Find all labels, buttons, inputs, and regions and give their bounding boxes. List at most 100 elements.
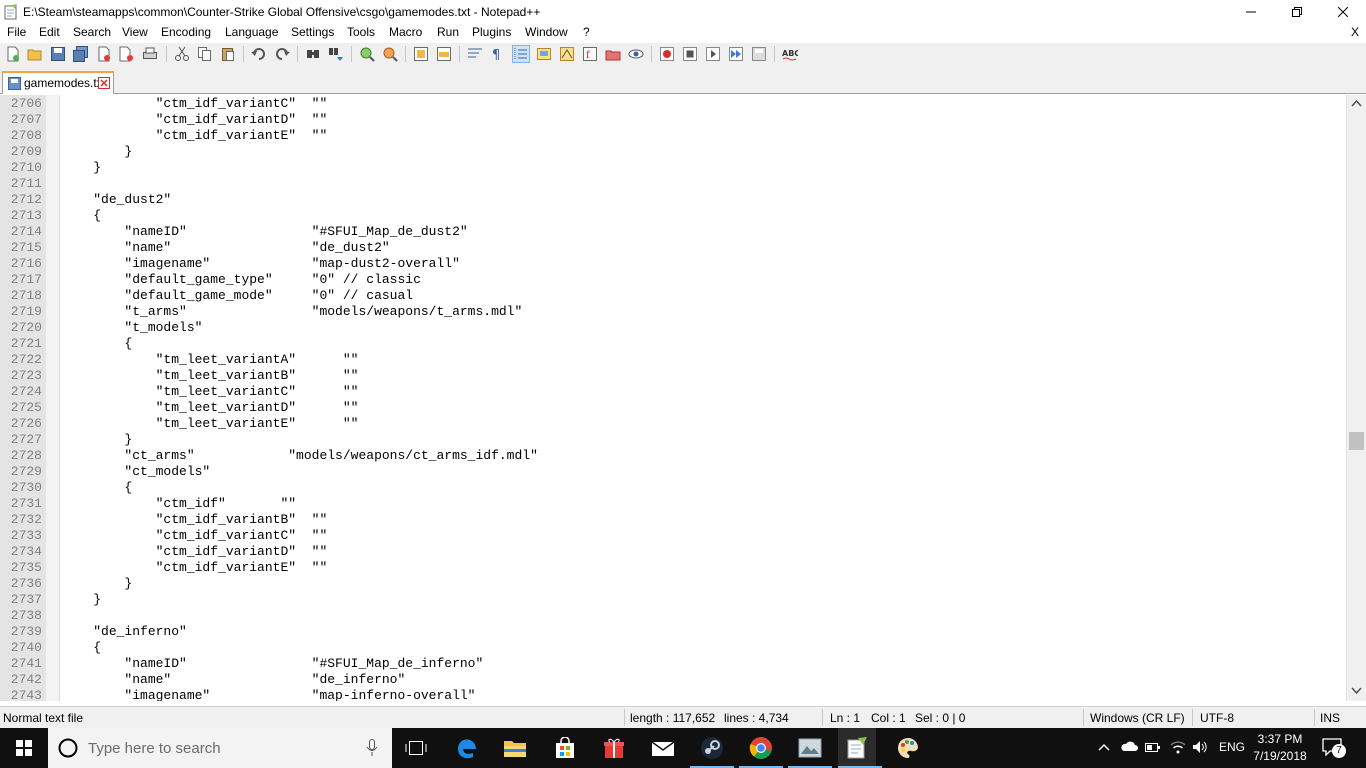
code-line[interactable]: 2710 } bbox=[0, 160, 1346, 176]
menu-file[interactable]: File bbox=[7, 25, 26, 39]
document-map-icon[interactable] bbox=[559, 46, 575, 62]
code-line[interactable]: 2711 bbox=[0, 176, 1346, 192]
code-line[interactable]: 2733 "ctm_idf_variantC" "" bbox=[0, 528, 1346, 544]
menu-view[interactable]: View bbox=[122, 25, 148, 39]
menu-settings[interactable]: Settings bbox=[291, 25, 334, 39]
code-line[interactable]: 2737 } bbox=[0, 592, 1346, 608]
scroll-up-icon[interactable] bbox=[1351, 99, 1362, 107]
status-insert-mode[interactable]: INS bbox=[1320, 711, 1340, 725]
code-line[interactable]: 2716 "imagename" "map-dust2-overall" bbox=[0, 256, 1346, 272]
wifi-icon[interactable] bbox=[1170, 739, 1186, 755]
code-line[interactable]: 2715 "name" "de_dust2" bbox=[0, 240, 1346, 256]
clock-time[interactable]: 3:37 PM bbox=[1252, 732, 1308, 746]
code-line[interactable]: 2740 { bbox=[0, 640, 1346, 656]
code-line[interactable]: 2730 { bbox=[0, 480, 1346, 496]
code-line[interactable]: 2731 "ctm_idf" "" bbox=[0, 496, 1346, 512]
code-line[interactable]: 2708 "ctm_idf_variantE" "" bbox=[0, 128, 1346, 144]
volume-icon[interactable] bbox=[1192, 739, 1208, 755]
sync-horizontal-icon[interactable] bbox=[436, 46, 452, 62]
gift-app-taskbar-button[interactable] bbox=[600, 734, 628, 762]
status-eol[interactable]: Windows (CR LF) bbox=[1090, 711, 1185, 725]
code-line[interactable]: 2739 "de_inferno" bbox=[0, 624, 1346, 640]
code-line[interactable]: 2717 "default_game_type" "0" // classic bbox=[0, 272, 1346, 288]
menu-plugins[interactable]: Plugins bbox=[472, 25, 511, 39]
code-line[interactable]: 2709 } bbox=[0, 144, 1346, 160]
code-line[interactable]: 2714 "nameID" "#SFUI_Map_de_dust2" bbox=[0, 224, 1346, 240]
code-line[interactable]: 2723 "tm_leet_variantB" "" bbox=[0, 368, 1346, 384]
save-all-icon[interactable] bbox=[73, 46, 89, 62]
restore-button[interactable] bbox=[1274, 0, 1320, 24]
input-language[interactable]: ENG bbox=[1219, 740, 1245, 754]
menu-tools[interactable]: Tools bbox=[347, 25, 375, 39]
show-hidden-icons-icon[interactable] bbox=[1098, 742, 1110, 752]
paint-taskbar-button[interactable] bbox=[894, 734, 922, 762]
code-line[interactable]: 2721 { bbox=[0, 336, 1346, 352]
code-line[interactable]: 2735 "ctm_idf_variantE" "" bbox=[0, 560, 1346, 576]
start-button[interactable] bbox=[0, 728, 48, 768]
scroll-down-icon[interactable] bbox=[1351, 687, 1362, 695]
menu-edit[interactable]: Edit bbox=[39, 25, 60, 39]
undo-icon[interactable] bbox=[251, 46, 267, 62]
show-all-characters-icon[interactable]: ¶ bbox=[489, 46, 505, 62]
scrollbar-thumb[interactable] bbox=[1349, 432, 1364, 450]
code-line[interactable]: 2725 "tm_leet_variantD" "" bbox=[0, 400, 1346, 416]
print-icon[interactable] bbox=[142, 46, 158, 62]
menu-help[interactable]: ? bbox=[583, 25, 590, 39]
photos-taskbar-button[interactable] bbox=[796, 734, 824, 762]
taskbar-search-box[interactable]: Type here to search bbox=[48, 728, 392, 768]
indent-guide-icon[interactable] bbox=[512, 45, 530, 63]
new-file-icon[interactable] bbox=[5, 46, 21, 62]
notepadpp-taskbar-button[interactable] bbox=[838, 728, 876, 768]
replace-icon[interactable] bbox=[328, 46, 344, 62]
menu-language[interactable]: Language bbox=[225, 25, 278, 39]
define-language-icon[interactable] bbox=[536, 46, 552, 62]
tab-close-icon[interactable] bbox=[98, 77, 110, 89]
close-window-button[interactable] bbox=[1320, 0, 1366, 24]
spell-check-icon[interactable]: ABC bbox=[782, 46, 798, 62]
save-macro-icon[interactable] bbox=[751, 46, 767, 62]
code-line[interactable]: 2718 "default_game_mode" "0" // casual bbox=[0, 288, 1346, 304]
code-line[interactable]: 2719 "t_arms" "models/weapons/t_arms.mdl… bbox=[0, 304, 1346, 320]
code-line[interactable]: 2713 { bbox=[0, 208, 1346, 224]
action-center-button[interactable]: 7 bbox=[1322, 738, 1346, 758]
minimize-button[interactable] bbox=[1228, 0, 1274, 24]
code-line[interactable]: 2738 bbox=[0, 608, 1346, 624]
code-line[interactable]: 2707 "ctm_idf_variantD" "" bbox=[0, 112, 1346, 128]
close-document-button[interactable]: X bbox=[1351, 25, 1359, 39]
playback-icon[interactable] bbox=[705, 46, 721, 62]
store-taskbar-button[interactable] bbox=[551, 734, 579, 762]
edge-taskbar-button[interactable] bbox=[453, 734, 481, 762]
file-explorer-taskbar-button[interactable] bbox=[501, 734, 529, 762]
text-editor[interactable]: 2706 "ctm_idf_variantC" "" 2707 "ctm_idf_… bbox=[0, 95, 1366, 701]
menu-search[interactable]: Search bbox=[73, 25, 111, 39]
battery-icon[interactable] bbox=[1145, 740, 1161, 754]
code-line[interactable]: 2724 "tm_leet_variantC" "" bbox=[0, 384, 1346, 400]
folder-as-workspace-icon[interactable] bbox=[605, 46, 621, 62]
run-macro-multiple-icon[interactable] bbox=[728, 46, 744, 62]
microphone-icon[interactable] bbox=[366, 739, 378, 757]
monitoring-icon[interactable] bbox=[628, 46, 644, 62]
redo-icon[interactable] bbox=[274, 46, 290, 62]
status-encoding[interactable]: UTF-8 bbox=[1200, 711, 1234, 725]
menu-encoding[interactable]: Encoding bbox=[161, 25, 211, 39]
code-line[interactable]: 2722 "tm_leet_variantA" "" bbox=[0, 352, 1346, 368]
mail-taskbar-button[interactable] bbox=[649, 734, 677, 762]
onedrive-icon[interactable] bbox=[1120, 740, 1138, 752]
code-line[interactable]: 2734 "ctm_idf_variantD" "" bbox=[0, 544, 1346, 560]
code-line[interactable]: 2726 "tm_leet_variantE" "" bbox=[0, 416, 1346, 432]
steam-taskbar-button[interactable] bbox=[698, 734, 726, 762]
code-line[interactable]: 2743 "imagename" "map-inferno-overall" bbox=[0, 688, 1346, 701]
zoom-out-icon[interactable] bbox=[382, 46, 398, 62]
zoom-in-icon[interactable] bbox=[359, 46, 375, 62]
find-icon[interactable] bbox=[305, 46, 321, 62]
sync-vertical-icon[interactable] bbox=[413, 46, 429, 62]
open-file-icon[interactable] bbox=[27, 46, 43, 62]
word-wrap-icon[interactable] bbox=[467, 46, 483, 62]
save-icon[interactable] bbox=[50, 46, 66, 62]
chrome-taskbar-button[interactable] bbox=[747, 734, 775, 762]
code-line[interactable]: 2727 } bbox=[0, 432, 1346, 448]
code-line[interactable]: 2729 "ct_models" bbox=[0, 464, 1346, 480]
clock-date[interactable]: 7/19/2018 bbox=[1252, 749, 1308, 763]
function-list-icon[interactable]: f bbox=[582, 46, 598, 62]
code-line[interactable]: 2741 "nameID" "#SFUI_Map_de_inferno" bbox=[0, 656, 1346, 672]
